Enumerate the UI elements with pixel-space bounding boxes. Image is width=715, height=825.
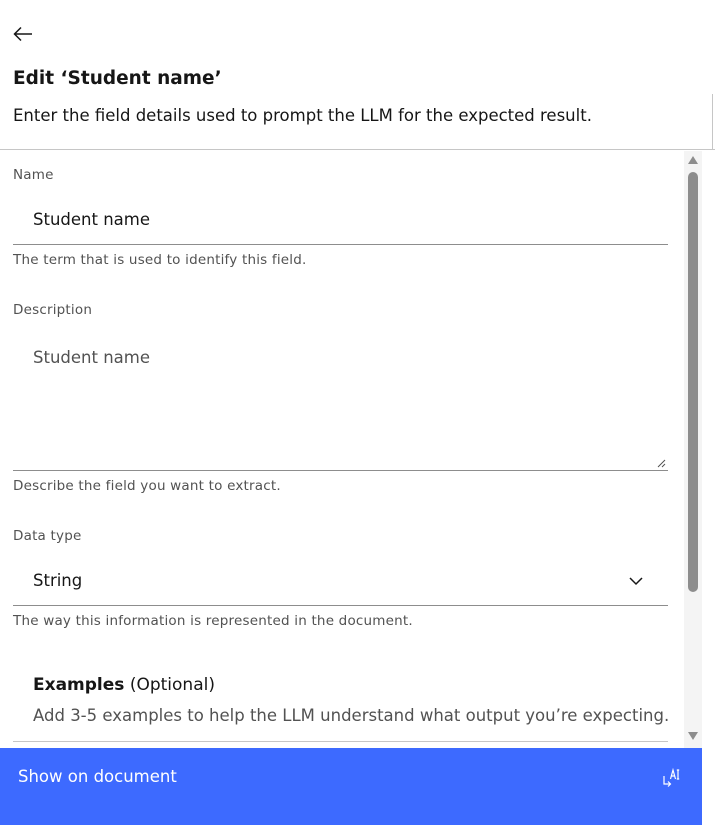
form-scroll-area[interactable]: Name Student name The term that is used … [0, 151, 702, 748]
data-type-helper-text: The way this information is represented … [13, 613, 413, 629]
scroll-down-arrow-icon[interactable] [687, 731, 699, 741]
scrollbar-thumb[interactable] [688, 172, 698, 592]
arrow-left-icon [13, 26, 32, 42]
ai-icon [663, 767, 680, 787]
description-placeholder: Student name [33, 348, 150, 367]
show-on-document-label: Show on document [18, 767, 177, 786]
page-subtitle: Enter the field details used to prompt t… [13, 106, 592, 125]
description-label: Description [13, 302, 93, 318]
examples-description: Add 3-5 examples to help the LLM underst… [33, 706, 670, 725]
description-textarea[interactable]: Student name [13, 336, 668, 471]
data-type-select[interactable]: String [13, 556, 668, 606]
examples-heading: Examples (Optional) [33, 675, 215, 695]
description-helper-text: Describe the field you want to extract. [13, 478, 281, 494]
examples-divider [13, 741, 668, 742]
back-button[interactable] [11, 22, 35, 46]
examples-optional-label: (Optional) [129, 675, 215, 695]
show-on-document-button[interactable]: Show on document [0, 748, 702, 825]
name-helper-text: The term that is used to identify this f… [13, 252, 307, 268]
examples-label: Examples [33, 675, 125, 695]
chevron-down-icon[interactable] [626, 571, 646, 591]
panel-header: Edit ‘Student name’ Enter the field deta… [0, 0, 715, 150]
data-type-label: Data type [13, 528, 82, 544]
vertical-scrollbar[interactable] [684, 151, 702, 748]
page-title: Edit ‘Student name’ [13, 68, 222, 89]
name-input[interactable]: Student name [13, 195, 668, 245]
name-label: Name [13, 167, 54, 183]
resize-handle-icon[interactable] [656, 458, 666, 468]
divider [712, 94, 713, 150]
scroll-up-arrow-icon[interactable] [687, 155, 699, 165]
